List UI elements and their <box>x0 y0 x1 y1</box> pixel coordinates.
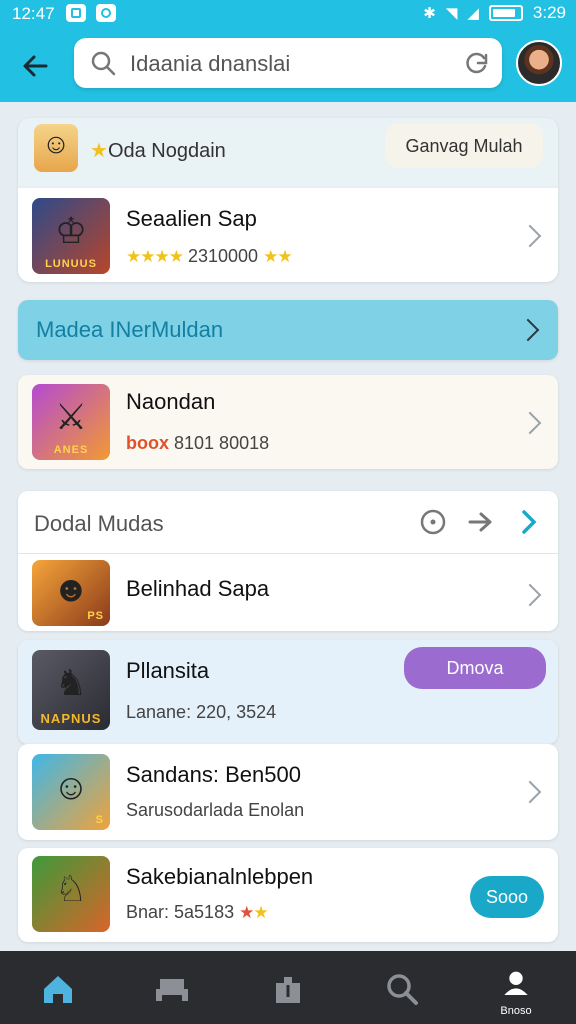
bottom-nav: Bnoso <box>0 951 576 1024</box>
chevron-right-icon <box>518 583 542 607</box>
item-title: Pllansita <box>126 658 210 683</box>
status-time: 12:47 <box>12 4 55 23</box>
timer-icon[interactable] <box>418 507 448 537</box>
featured-label: ★Oda Nogdain <box>90 140 226 162</box>
back-arrow-icon[interactable] <box>18 48 54 84</box>
item-thumbnail: ♞ NAPNUS <box>32 650 110 730</box>
item-thumbnail: ♘ <box>32 856 110 932</box>
chevron-right-icon <box>516 318 540 342</box>
chevron-right-icon[interactable] <box>514 507 544 537</box>
list-item[interactable]: ☺ S Sandans: Ben500 Sarusodarlada Enolan <box>18 744 558 840</box>
featured-card: ☺ ★Oda Nogdain Ganvag Mulah <box>18 118 558 188</box>
share-icon[interactable] <box>466 507 496 537</box>
search-icon[interactable] <box>378 965 426 1013</box>
list-item[interactable]: ♞ NAPNUS Pllansita Lanane: 220, 3524 Dmo… <box>18 640 558 744</box>
list-item[interactable]: ♔ LUNUUS Seaalien Sap ★★★★ 2310000 ★★ <box>18 188 558 282</box>
app-notification-icon <box>96 4 116 22</box>
home-icon[interactable] <box>34 965 82 1013</box>
item-meta: Lanane: 220, 3524 <box>126 702 277 722</box>
item-title: Seaalien Sap <box>126 206 257 231</box>
updates-icon[interactable] <box>264 965 312 1013</box>
search-input[interactable]: Idaania dnanslai <box>74 38 502 88</box>
star-icon: ★ <box>90 140 108 162</box>
item-badge: boox <box>126 433 169 453</box>
profile-icon <box>504 971 528 995</box>
wifi-icon: ◥ <box>445 5 458 22</box>
item-meta: Bnar: 5a5183 ★★ <box>126 902 269 922</box>
chevron-right-icon <box>518 224 542 248</box>
item-thumbnail: ☻ PS <box>32 560 110 626</box>
featured-thumbnail: ☺ <box>34 124 78 172</box>
rating-stars-icon: ★★ <box>263 247 293 266</box>
item-title: Sakebianalnlebpen <box>126 864 314 889</box>
profile-label: Bnoso <box>500 1005 532 1017</box>
app-bar: Idaania dnanslai <box>0 28 576 102</box>
bluetooth-icon: ✱ <box>423 5 436 22</box>
item-meta: ★★★★ 2310000 ★★ <box>126 246 293 266</box>
featured-action-button[interactable]: Ganvag Mulah <box>385 124 543 168</box>
item-title: Sandans: Ben500 <box>126 762 301 787</box>
item-title: Belinhad Sapa <box>126 576 270 601</box>
divider <box>18 553 558 554</box>
item-meta: Sarusodarlada Enolan <box>126 800 305 820</box>
item-action-button[interactable]: Dmova <box>404 647 546 689</box>
status-bar: 12:47 ✱ ◥ ◢ 3:29 <box>0 0 576 28</box>
item-thumbnail: ☺ S <box>32 754 110 830</box>
search-query: Idaania dnanslai <box>130 51 291 76</box>
games-icon[interactable] <box>148 965 196 1013</box>
item-action-button[interactable]: Sooo <box>470 876 544 918</box>
promo-banner[interactable]: Madea INerMuldan <box>18 300 558 360</box>
profile-tab[interactable]: Bnoso <box>492 965 540 1017</box>
chevron-right-icon <box>518 411 542 435</box>
status-clock: 3:29 <box>532 3 566 22</box>
rating-stars-icon: ★★ <box>239 903 268 922</box>
section-title: Dodal Mudas <box>34 511 164 536</box>
search-icon <box>91 51 116 76</box>
mail-notification-icon <box>66 4 86 22</box>
list-item[interactable]: ⚔ ANES Naondan boox 8101 80018 <box>18 375 558 469</box>
item-title: Naondan <box>126 389 216 414</box>
chevron-right-icon <box>518 780 542 804</box>
item-meta: boox 8101 80018 <box>126 433 270 453</box>
item-thumbnail: ⚔ ANES <box>32 384 110 460</box>
list-item[interactable]: ♘ Sakebianalnlebpen Bnar: 5a5183 ★★ Sooo <box>18 848 558 942</box>
refresh-icon[interactable] <box>462 49 490 77</box>
signal-icon: ◢ <box>467 5 479 22</box>
rating-stars-icon: ★★★★ <box>126 247 184 266</box>
item-thumbnail: ♔ LUNUUS <box>32 198 110 274</box>
section-card: Dodal Mudas ☻ PS Belinhad Sapa <box>18 491 558 631</box>
battery-icon <box>488 5 523 21</box>
user-avatar[interactable] <box>516 40 562 86</box>
banner-label: Madea INerMuldan <box>36 317 224 342</box>
